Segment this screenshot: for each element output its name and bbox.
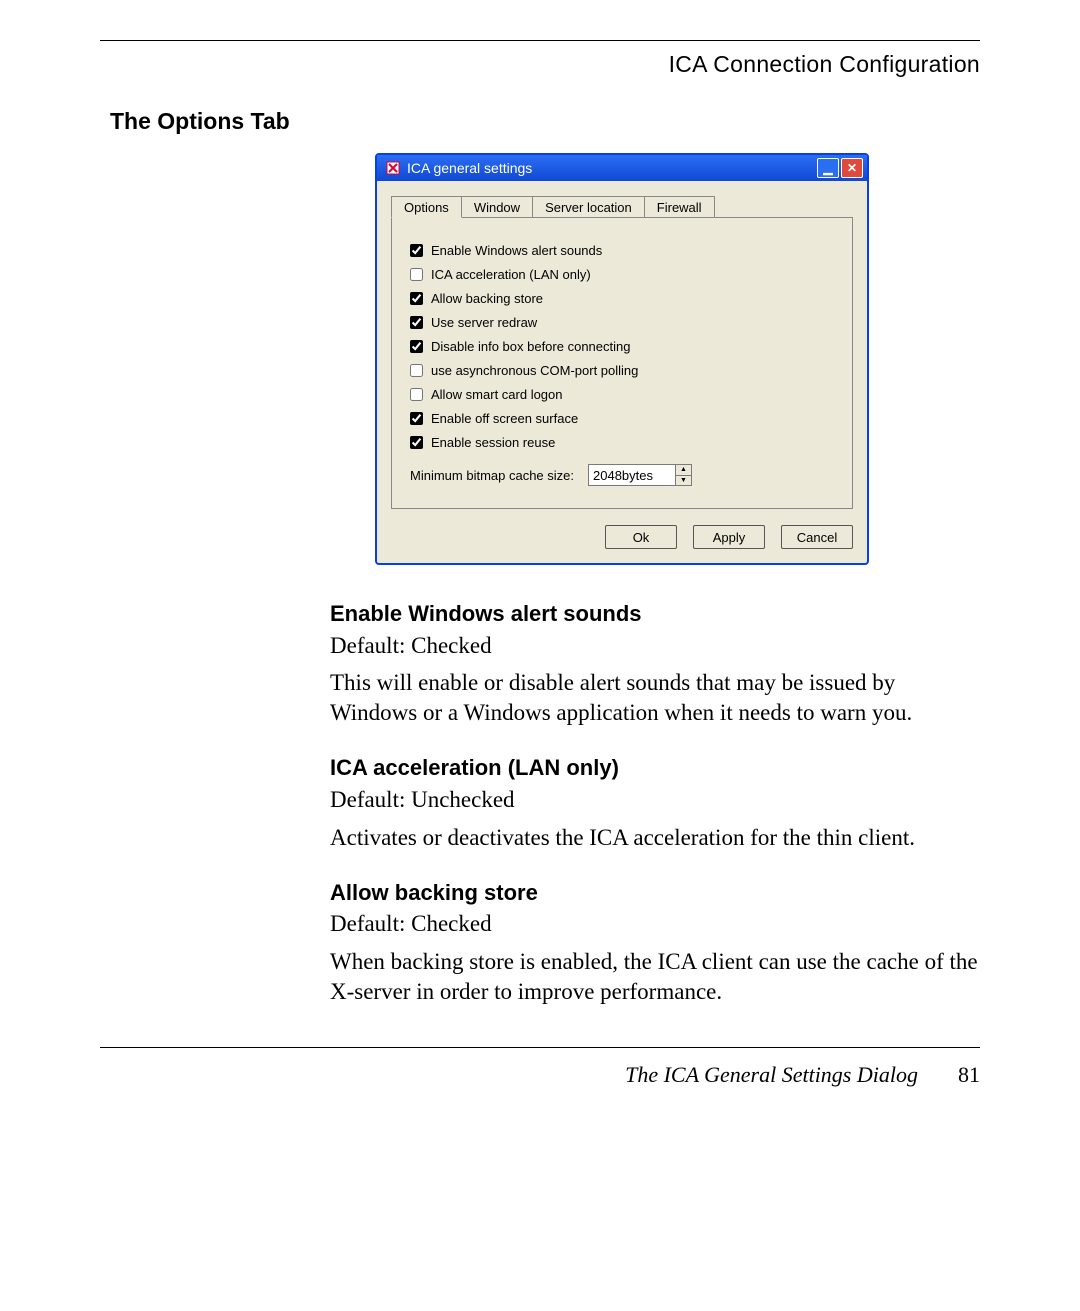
doc-item-default: Default: Checked: [330, 631, 980, 661]
doc-item-title: ICA acceleration (LAN only): [330, 754, 980, 783]
option-use-server-redraw[interactable]: Use server redraw: [410, 315, 834, 330]
tab-options[interactable]: Options: [391, 196, 462, 218]
checkbox[interactable]: [410, 364, 423, 377]
tab-firewall[interactable]: Firewall: [644, 196, 715, 217]
option-label: Use server redraw: [431, 315, 537, 330]
option-label: Allow backing store: [431, 291, 543, 306]
titlebar: ICA general settings ▁ ✕: [377, 155, 867, 181]
option-label: Enable session reuse: [431, 435, 555, 450]
dialog-screenshot: ICA general settings ▁ ✕ Options Window …: [375, 153, 980, 565]
bitmap-cache-row: Minimum bitmap cache size: ▲ ▼: [410, 464, 834, 486]
apply-button[interactable]: Apply: [693, 525, 765, 549]
checkbox[interactable]: [410, 412, 423, 425]
option-smart-card-logon[interactable]: Allow smart card logon: [410, 387, 834, 402]
tab-server-location[interactable]: Server location: [532, 196, 645, 217]
option-disable-info-box[interactable]: Disable info box before connecting: [410, 339, 834, 354]
doc-item-title: Allow backing store: [330, 879, 980, 908]
section-title: The Options Tab: [110, 108, 980, 135]
dialog-button-row: Ok Apply Cancel: [391, 525, 853, 549]
tab-strip: Options Window Server location Firewall: [391, 193, 853, 217]
option-label: Allow smart card logon: [431, 387, 563, 402]
option-enable-windows-alert-sounds[interactable]: Enable Windows alert sounds: [410, 243, 834, 258]
spin-down-icon[interactable]: ▼: [676, 476, 691, 486]
page-number: 81: [958, 1062, 980, 1088]
doc-item-default: Default: Checked: [330, 909, 980, 939]
option-label: Enable Windows alert sounds: [431, 243, 602, 258]
checkbox[interactable]: [410, 316, 423, 329]
option-ica-acceleration[interactable]: ICA acceleration (LAN only): [410, 267, 834, 282]
checkbox[interactable]: [410, 340, 423, 353]
minimize-button[interactable]: ▁: [817, 158, 839, 178]
app-icon: [385, 160, 401, 176]
checkbox[interactable]: [410, 244, 423, 257]
option-label: Disable info box before connecting: [431, 339, 630, 354]
ica-general-settings-window: ICA general settings ▁ ✕ Options Window …: [375, 153, 869, 565]
checkbox[interactable]: [410, 388, 423, 401]
footer: The ICA General Settings Dialog 81: [100, 1062, 980, 1088]
cancel-button[interactable]: Cancel: [781, 525, 853, 549]
doc-body: Enable Windows alert sounds Default: Che…: [330, 600, 980, 1007]
option-label: ICA acceleration (LAN only): [431, 267, 591, 282]
close-button[interactable]: ✕: [841, 158, 863, 178]
tab-window[interactable]: Window: [461, 196, 533, 217]
running-head: ICA Connection Configuration: [100, 51, 980, 78]
option-label: use asynchronous COM-port polling: [431, 363, 638, 378]
option-async-com-polling[interactable]: use asynchronous COM-port polling: [410, 363, 834, 378]
footer-text: The ICA General Settings Dialog: [625, 1062, 918, 1088]
spin-up-icon[interactable]: ▲: [676, 465, 691, 476]
window-title: ICA general settings: [405, 160, 815, 176]
option-allow-backing-store[interactable]: Allow backing store: [410, 291, 834, 306]
bitmap-cache-input[interactable]: [589, 465, 675, 485]
option-label: Enable off screen surface: [431, 411, 578, 426]
doc-item-desc: When backing store is enabled, the ICA c…: [330, 947, 980, 1007]
doc-item-title: Enable Windows alert sounds: [330, 600, 980, 629]
doc-item-desc: This will enable or disable alert sounds…: [330, 668, 980, 728]
bitmap-cache-spinner[interactable]: ▲ ▼: [588, 464, 692, 486]
checkbox[interactable]: [410, 268, 423, 281]
ok-button[interactable]: Ok: [605, 525, 677, 549]
doc-item-desc: Activates or deactivates the ICA acceler…: [330, 823, 980, 853]
checkbox[interactable]: [410, 292, 423, 305]
tab-pane-options: Enable Windows alert sounds ICA accelera…: [391, 217, 853, 509]
option-session-reuse[interactable]: Enable session reuse: [410, 435, 834, 450]
checkbox[interactable]: [410, 436, 423, 449]
doc-item-default: Default: Unchecked: [330, 785, 980, 815]
option-off-screen-surface[interactable]: Enable off screen surface: [410, 411, 834, 426]
bitmap-cache-label: Minimum bitmap cache size:: [410, 468, 574, 483]
